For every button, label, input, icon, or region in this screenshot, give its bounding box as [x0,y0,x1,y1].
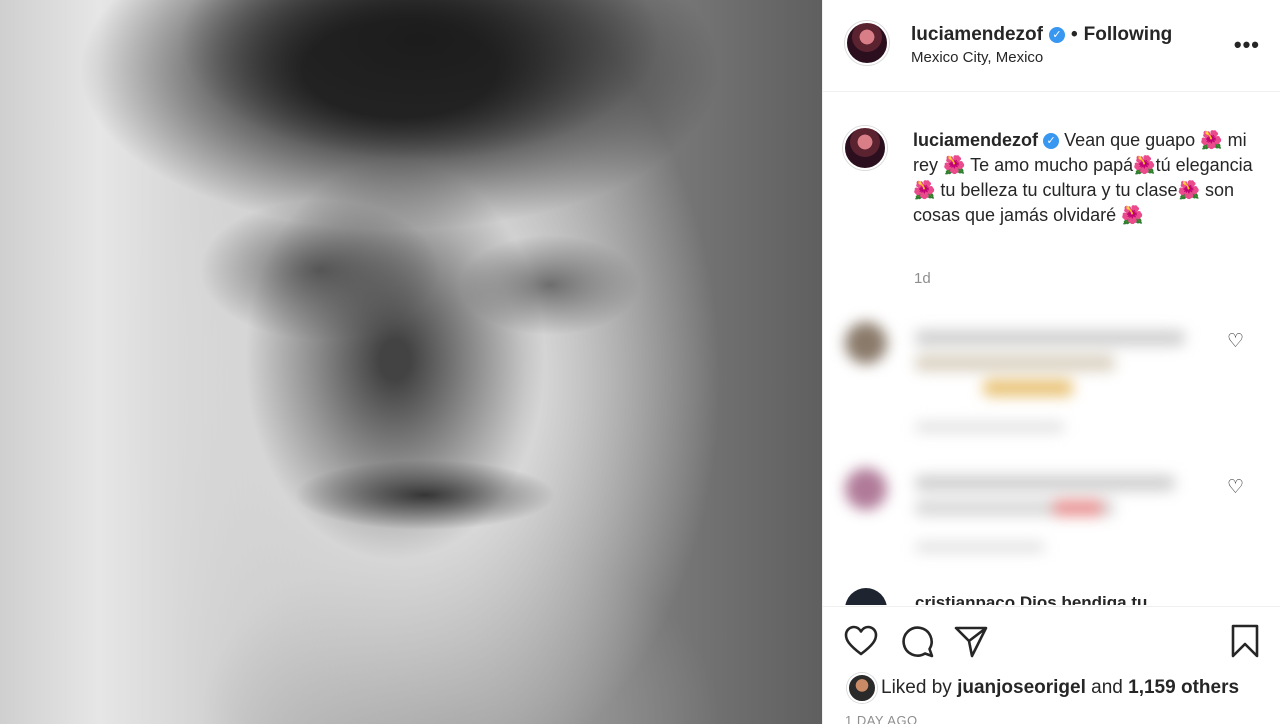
author-username[interactable]: luciamendezof [911,24,1043,46]
comment-line [1053,500,1103,516]
more-options-icon[interactable]: ••• [1234,32,1260,58]
likes-summary: Liked by juanjoseorigel and 1,159 others [881,677,1239,699]
comment-avatar [845,468,887,510]
action-bar: Liked by juanjoseorigel and 1,159 others… [823,606,1280,724]
caption-avatar[interactable] [843,126,887,170]
comment-like-icon[interactable]: ♡ [1227,330,1244,353]
post-timestamp[interactable]: 1 DAY AGO [845,713,918,724]
bookmark-icon[interactable] [1227,623,1263,659]
comment-line [915,355,1115,371]
caption-text: luciamendezof ✓ Vean que guapo 🌺 mi rey … [913,128,1253,228]
verified-icon: ✓ [1048,27,1065,43]
comment-list: ♡ ♡ cristianpaco Dios bendiga tu [823,300,1280,605]
post-side-panel: luciamendezof ✓ • Following Mexico City,… [822,0,1280,724]
comment-line [915,330,1185,346]
caption-username[interactable]: luciamendezof [913,130,1038,150]
author-avatar[interactable] [845,21,889,65]
separator-dot: • [1070,24,1078,45]
author-line: luciamendezof ✓ • Following [911,24,1172,46]
likes-prefix: Liked by [881,677,952,698]
caption-time[interactable]: 1d [914,270,931,287]
post-header: luciamendezof ✓ • Following Mexico City,… [823,0,1280,92]
comment-line [915,475,1175,491]
liker-avatar[interactable] [847,673,877,703]
heart-icon[interactable] [843,623,879,659]
comment-avatar[interactable] [845,588,887,605]
post-location[interactable]: Mexico City, Mexico [911,49,1043,66]
comment-line [915,422,1065,432]
verified-icon: ✓ [1043,133,1060,149]
post-photo[interactable] [0,0,822,724]
likes-conjunction: and [1091,677,1123,698]
comment-peek: cristianpaco Dios bendiga tu [915,593,1148,605]
likes-count[interactable]: 1,159 others [1128,677,1239,698]
send-icon[interactable] [953,623,989,659]
following-button[interactable]: Following [1084,24,1173,46]
likes-user[interactable]: juanjoseorigel [957,677,1086,698]
comment-line [983,380,1073,396]
comment-avatar [845,322,887,364]
comment-line [915,542,1045,552]
comment-like-icon[interactable]: ♡ [1227,476,1244,499]
comment-bubble-icon[interactable] [899,623,935,659]
